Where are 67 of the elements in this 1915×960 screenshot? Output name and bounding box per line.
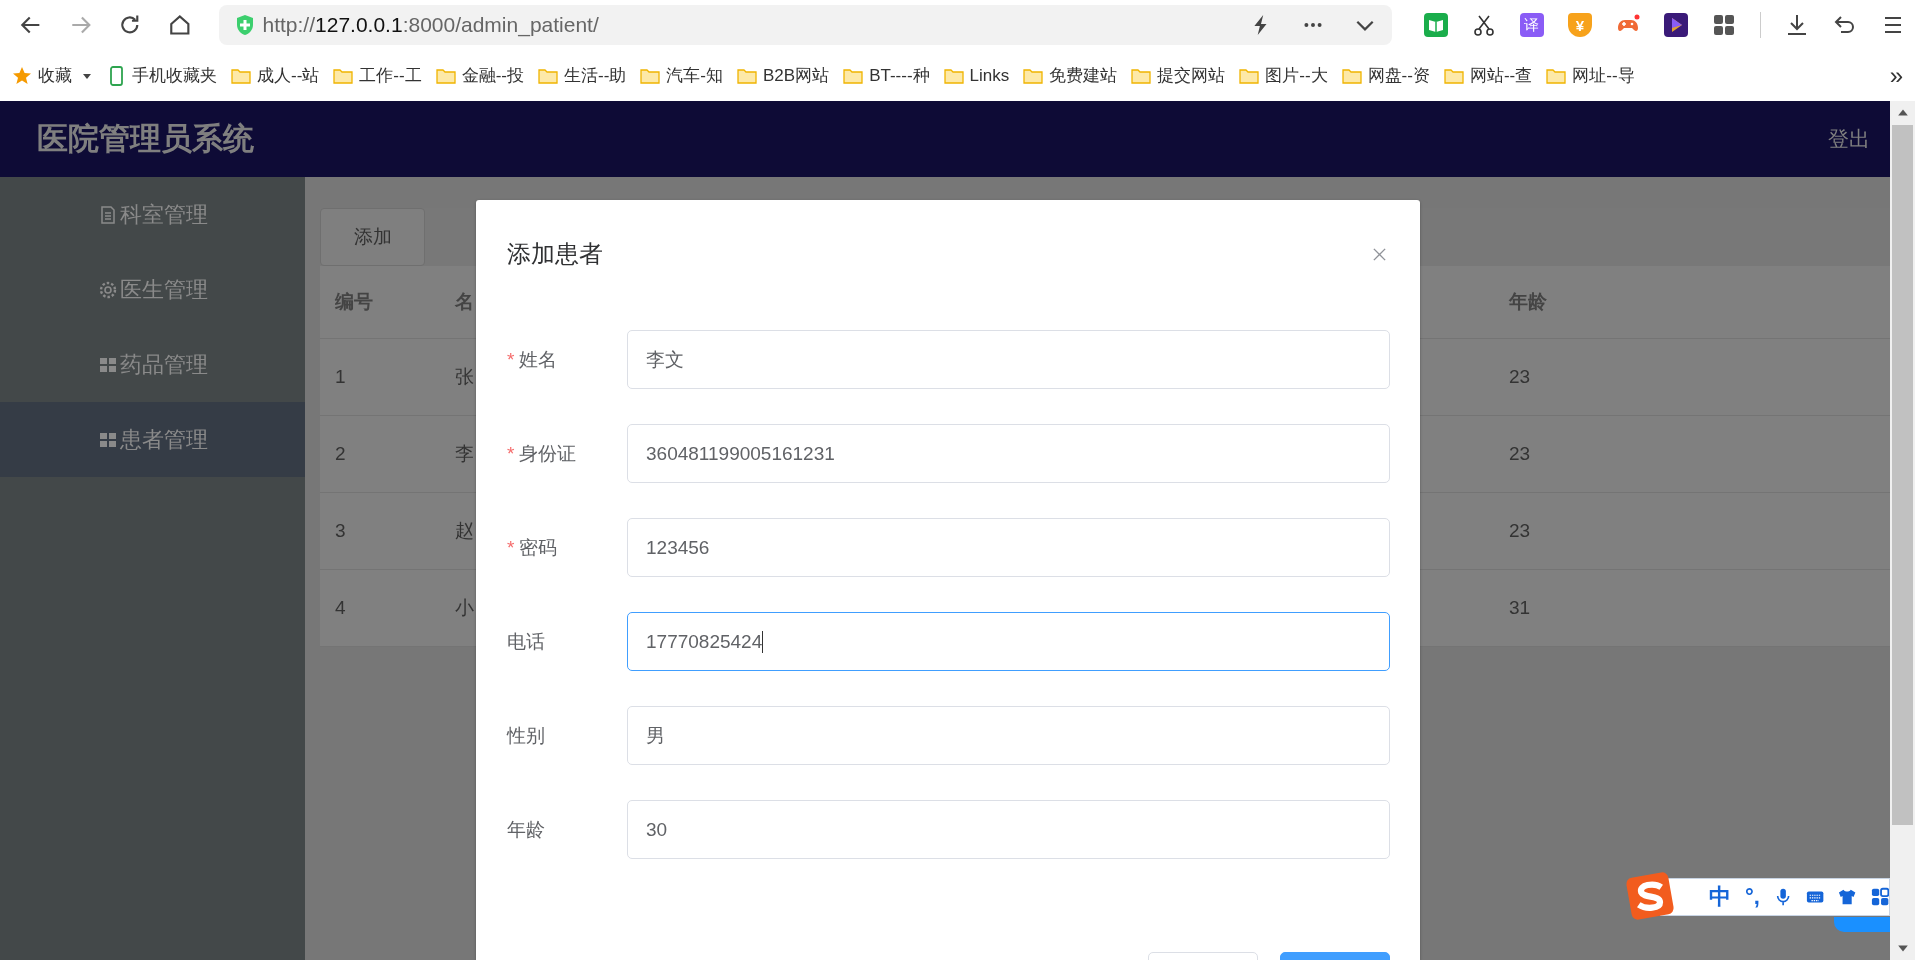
field-label: 性别 xyxy=(507,723,546,748)
table-cell: 23 xyxy=(1509,366,1531,388)
bookmark-folder[interactable]: B2B网站 xyxy=(737,64,830,87)
bookmark-folder[interactable]: 网站--查 xyxy=(1443,64,1533,87)
translate-icon[interactable]: 译 xyxy=(1520,13,1544,37)
field-label: 年龄 xyxy=(507,817,546,842)
table-cell: 3 xyxy=(335,520,346,542)
ime-mode-toggle[interactable]: 中 xyxy=(1709,882,1731,912)
input-field[interactable]: 360481199005161231 xyxy=(627,424,1390,483)
table-cell-text: 张 xyxy=(455,365,474,389)
bookmark-folder[interactable]: 金融--投 xyxy=(435,64,524,87)
punctuation-toggle[interactable]: °, xyxy=(1745,884,1760,910)
bookmark-folder[interactable]: 网盘--资 xyxy=(1341,64,1430,87)
table-cell-text: 赵 xyxy=(455,519,474,543)
input-field[interactable]: 123456 xyxy=(627,518,1390,577)
column-header: 名 xyxy=(455,290,474,314)
apps-grid-icon[interactable] xyxy=(1712,13,1736,37)
scissors-icon[interactable] xyxy=(1472,13,1496,37)
shield-icon xyxy=(234,14,255,36)
gear-icon xyxy=(97,279,118,300)
bookmark-folder[interactable]: 成人--站 xyxy=(231,64,320,87)
bookmark-folder[interactable]: 汽车-知 xyxy=(640,64,723,87)
bookmark-folder[interactable]: BT----种 xyxy=(843,64,930,87)
bookmark-folder[interactable]: Links xyxy=(943,65,1010,86)
table-cell-text: 李 xyxy=(455,442,474,466)
address-bar[interactable]: http://127.0.0.1:8000/admin_patient/ xyxy=(218,5,1392,45)
column-header: 编号 xyxy=(335,290,373,314)
table-cell: 2 xyxy=(335,443,346,465)
sidebar-label: 科室管理 xyxy=(119,200,208,229)
bookmark-folder[interactable]: 网址--导 xyxy=(1546,64,1635,87)
favorites-menu[interactable]: 收藏 xyxy=(12,64,72,87)
apps-grid-icon[interactable] xyxy=(1870,886,1889,908)
table-cell: 1 xyxy=(335,366,346,388)
sidebar-label: 医生管理 xyxy=(119,275,208,304)
bookmark-folder[interactable]: 免费建站 xyxy=(1023,64,1118,87)
bookmark-folder[interactable]: 工作--工 xyxy=(333,64,422,87)
app-title: 医院管理员系统 xyxy=(37,120,254,158)
column-header: 年龄 xyxy=(1509,290,1547,314)
table-cell: 23 xyxy=(1509,443,1531,465)
bookmark-folder[interactable]: 提交网站 xyxy=(1131,64,1226,87)
close-icon[interactable] xyxy=(1372,246,1387,262)
input-field[interactable]: 30 xyxy=(627,800,1390,859)
scrollbar[interactable] xyxy=(1890,101,1915,960)
field-label: 电话 xyxy=(507,629,546,654)
bookmark-item[interactable]: 手机收藏夹 xyxy=(106,64,217,87)
logout-link[interactable]: 登出 xyxy=(1828,125,1870,153)
table-cell: 31 xyxy=(1509,597,1531,619)
sidebar-label: 药品管理 xyxy=(119,350,208,379)
bookmark-folder[interactable]: 生活--助 xyxy=(538,64,627,87)
sidebar-label: 患者管理 xyxy=(119,425,208,454)
table-cell: 23 xyxy=(1509,520,1531,542)
input-field[interactable]: 17770825424 xyxy=(627,612,1390,671)
download-icon[interactable] xyxy=(1785,13,1809,37)
book-icon[interactable] xyxy=(1424,13,1448,37)
star-icon xyxy=(12,65,32,86)
dialog-title: 添加患者 xyxy=(507,239,603,269)
bookmarks-overflow[interactable]: » xyxy=(1889,61,1903,90)
play-icon[interactable] xyxy=(1664,13,1688,37)
table-cell: 4 xyxy=(335,597,346,619)
field-label: * 身份证 xyxy=(507,441,578,466)
input-field[interactable]: 男 xyxy=(627,706,1390,765)
field-label: * 姓名 xyxy=(507,347,559,372)
field-label: * 密码 xyxy=(507,535,559,560)
input-field[interactable]: 李文 xyxy=(627,330,1390,389)
bookmark-folder[interactable]: 图片--大 xyxy=(1239,64,1328,87)
url-text: http://127.0.0.1:8000/admin_patient/ xyxy=(262,13,599,37)
table-cell-text: 小 xyxy=(455,596,474,620)
